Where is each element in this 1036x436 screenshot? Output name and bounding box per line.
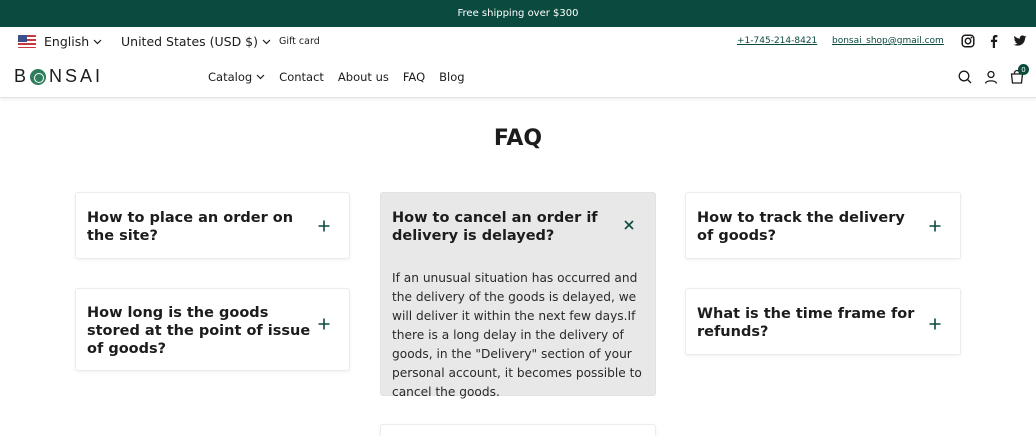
faq-item[interactable]: How to place an order on the site?: [75, 192, 350, 259]
faq-question: How to cancel an order if delivery is de…: [392, 210, 598, 244]
page-title: FAQ: [493, 126, 543, 151]
faq-item[interactable]: How long is the goods stored at the poin…: [75, 288, 350, 371]
nav-item-blog[interactable]: Blog: [439, 70, 464, 84]
language-selector[interactable]: English: [44, 34, 102, 49]
nav-item-catalog[interactable]: Catalog: [208, 70, 265, 84]
utility-bar: English United States (USD $) Gift card …: [0, 27, 1036, 56]
plus-icon[interactable]: [317, 219, 331, 233]
twitter-icon[interactable]: [1013, 34, 1027, 48]
plus-icon[interactable]: [317, 317, 331, 331]
bonsai-logo[interactable]: B NSAI: [14, 66, 103, 87]
close-icon[interactable]: [623, 219, 635, 231]
facebook-icon[interactable]: [987, 34, 1001, 48]
faq-item-open[interactable]: How to cancel an order if delivery is de…: [380, 192, 656, 399]
faq-question: How long is the goods stored at the poin…: [87, 305, 311, 357]
nav-item-faq[interactable]: FAQ: [403, 70, 425, 84]
faq-answer: If an unusual situation has occurred and…: [392, 271, 642, 399]
faq-item[interactable]: What is the time frame for refunds?: [685, 288, 961, 355]
faq-item[interactable]: How to track the delivery of goods?: [685, 192, 961, 259]
announcement-bar: Free shipping over $300: [0, 0, 1036, 27]
faq-question: What is the time frame for refunds?: [697, 306, 915, 340]
main-header: B NSAI Catalog Contact About us FAQ Blog …: [0, 56, 1036, 98]
chevron-down-icon: [256, 74, 265, 80]
nav-item-about-us[interactable]: About us: [338, 70, 389, 84]
account-icon[interactable]: [983, 69, 999, 85]
logo-leaf-icon: [30, 68, 47, 85]
chevron-down-icon: [262, 39, 271, 44]
currency-label: United States (USD $): [121, 34, 259, 49]
faq-question: How to track the delivery of goods?: [697, 210, 905, 244]
gift-card-link[interactable]: Gift card: [279, 36, 320, 47]
faq-item[interactable]: [380, 424, 656, 436]
plus-icon[interactable]: [928, 219, 942, 233]
search-icon[interactable]: [957, 69, 973, 85]
plus-icon[interactable]: [928, 317, 942, 331]
cart-count-badge: 0: [1018, 64, 1029, 75]
announcement-text: Free shipping over $300: [457, 8, 579, 19]
faq-question: How to place an order on the site?: [87, 210, 294, 244]
primary-nav: Catalog Contact About us FAQ Blog: [208, 70, 479, 84]
language-label: English: [44, 34, 90, 49]
nav-item-contact[interactable]: Contact: [279, 70, 324, 84]
us-flag-icon: [18, 35, 36, 48]
instagram-icon[interactable]: [961, 34, 975, 48]
currency-selector[interactable]: United States (USD $): [121, 34, 271, 49]
email-link[interactable]: bonsai_shop@gmail.com: [832, 36, 944, 46]
chevron-down-icon: [93, 39, 102, 44]
phone-link[interactable]: +1-745-214-8421: [737, 36, 817, 46]
cart-icon[interactable]: 0: [1009, 64, 1029, 85]
